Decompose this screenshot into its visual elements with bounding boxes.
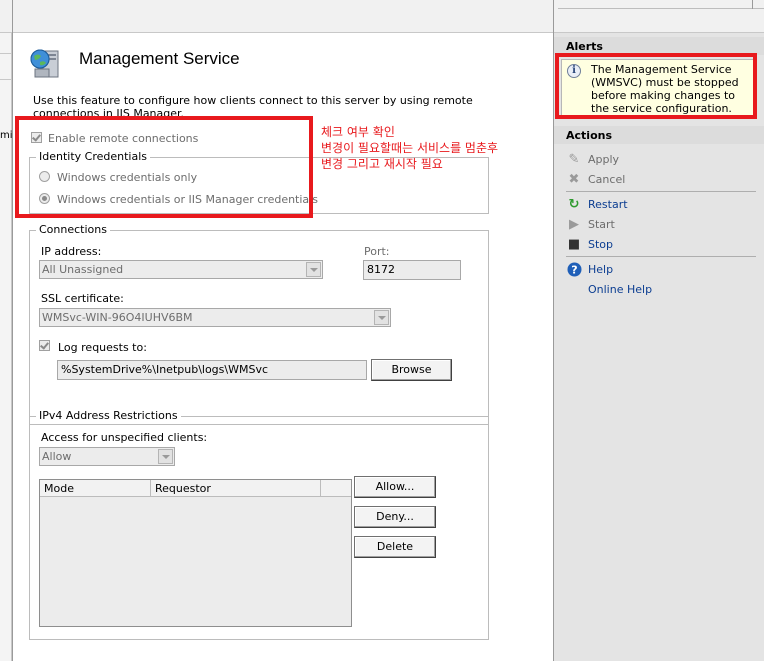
access-unspecified-select[interactable]: Allow bbox=[39, 447, 175, 466]
annotation-line: 체크 여부 확인 bbox=[321, 125, 395, 139]
divider bbox=[566, 256, 756, 257]
divider bbox=[566, 191, 756, 192]
allow-button[interactable]: Allow... bbox=[354, 476, 436, 498]
deny-button[interactable]: Deny... bbox=[354, 506, 436, 528]
stop-icon: ■ bbox=[567, 237, 581, 252]
log-requests-checkbox[interactable] bbox=[39, 340, 50, 351]
browse-button[interactable]: Browse bbox=[371, 359, 452, 381]
window-top-strip bbox=[0, 0, 764, 33]
ip-address-label: IP address: bbox=[41, 245, 102, 258]
help-icon: ? bbox=[566, 262, 582, 278]
chevron-down-icon bbox=[374, 310, 389, 325]
ssl-certificate-select[interactable]: WMSvc-WIN-96O4IUHV6BM bbox=[39, 308, 391, 327]
action-online-help-label: Online Help bbox=[588, 283, 653, 296]
action-apply-label: Apply bbox=[588, 153, 620, 166]
management-service-icon bbox=[29, 47, 63, 81]
highlight-box-alert bbox=[555, 53, 757, 119]
port-label: Port: bbox=[364, 245, 390, 258]
chevron-down-icon bbox=[306, 262, 321, 277]
actions-pane: Alerts i The Management Service (WMSVC) … bbox=[553, 33, 764, 661]
ip-address-value: All Unassigned bbox=[42, 263, 124, 276]
annotation-line: 변경이 필요할때는 서비스를 멈춘후 bbox=[321, 141, 499, 155]
action-stop-label: Stop bbox=[588, 238, 614, 251]
action-start-label: Start bbox=[588, 218, 615, 231]
divider bbox=[12, 0, 13, 33]
actions-title: Actions bbox=[554, 126, 764, 144]
divider bbox=[0, 53, 12, 54]
restrictions-list[interactable]: Mode Requestor bbox=[39, 479, 352, 627]
log-requests-label: Log requests to: bbox=[58, 341, 147, 354]
page-description: Use this feature to configure how client… bbox=[33, 94, 473, 120]
highlight-box-identity bbox=[15, 116, 313, 218]
annotation-note: 체크 여부 확인 변경이 필요할때는 서비스를 멈춘후 변경 그리고 재시작 필… bbox=[321, 124, 498, 172]
start-icon: ▶ bbox=[569, 217, 579, 232]
cancel-icon: ✖ bbox=[568, 172, 580, 187]
left-pane-item[interactable]: mi bbox=[0, 130, 12, 141]
ssl-certificate-label: SSL certificate: bbox=[41, 292, 124, 305]
delete-button[interactable]: Delete bbox=[354, 536, 436, 558]
access-unspecified-value: Allow bbox=[42, 450, 72, 463]
restart-icon: ↻ bbox=[568, 197, 580, 212]
action-cancel-label: Cancel bbox=[588, 173, 626, 186]
port-input[interactable]: 8172 bbox=[363, 260, 461, 280]
action-help-label: Help bbox=[588, 263, 614, 276]
log-path-input[interactable]: %SystemDrive%\Inetpub\logs\WMSvc bbox=[57, 360, 367, 380]
ssl-certificate-value: WMSvc-WIN-96O4IUHV6BM bbox=[42, 311, 193, 324]
chevron-down-icon bbox=[158, 449, 173, 464]
action-restart-label: Restart bbox=[588, 198, 628, 211]
apply-icon: ✎ bbox=[568, 152, 580, 167]
divider bbox=[553, 0, 554, 33]
divider bbox=[0, 79, 12, 80]
divider bbox=[558, 8, 764, 9]
connections-legend: Connections bbox=[36, 223, 110, 236]
column-header-filler bbox=[321, 480, 351, 497]
svg-text:?: ? bbox=[571, 264, 577, 277]
annotation-line: 변경 그리고 재시작 필요 bbox=[321, 157, 443, 171]
ipv4-restrictions-legend: IPv4 Address Restrictions bbox=[36, 409, 181, 422]
column-header-mode[interactable]: Mode bbox=[40, 480, 151, 497]
page-title: Management Service bbox=[79, 49, 240, 68]
column-header-requestor[interactable]: Requestor bbox=[151, 480, 321, 497]
divider bbox=[752, 0, 753, 9]
ip-address-select[interactable]: All Unassigned bbox=[39, 260, 323, 279]
left-pane-sliver: mi bbox=[0, 33, 12, 661]
access-unspecified-label: Access for unspecified clients: bbox=[41, 431, 208, 444]
